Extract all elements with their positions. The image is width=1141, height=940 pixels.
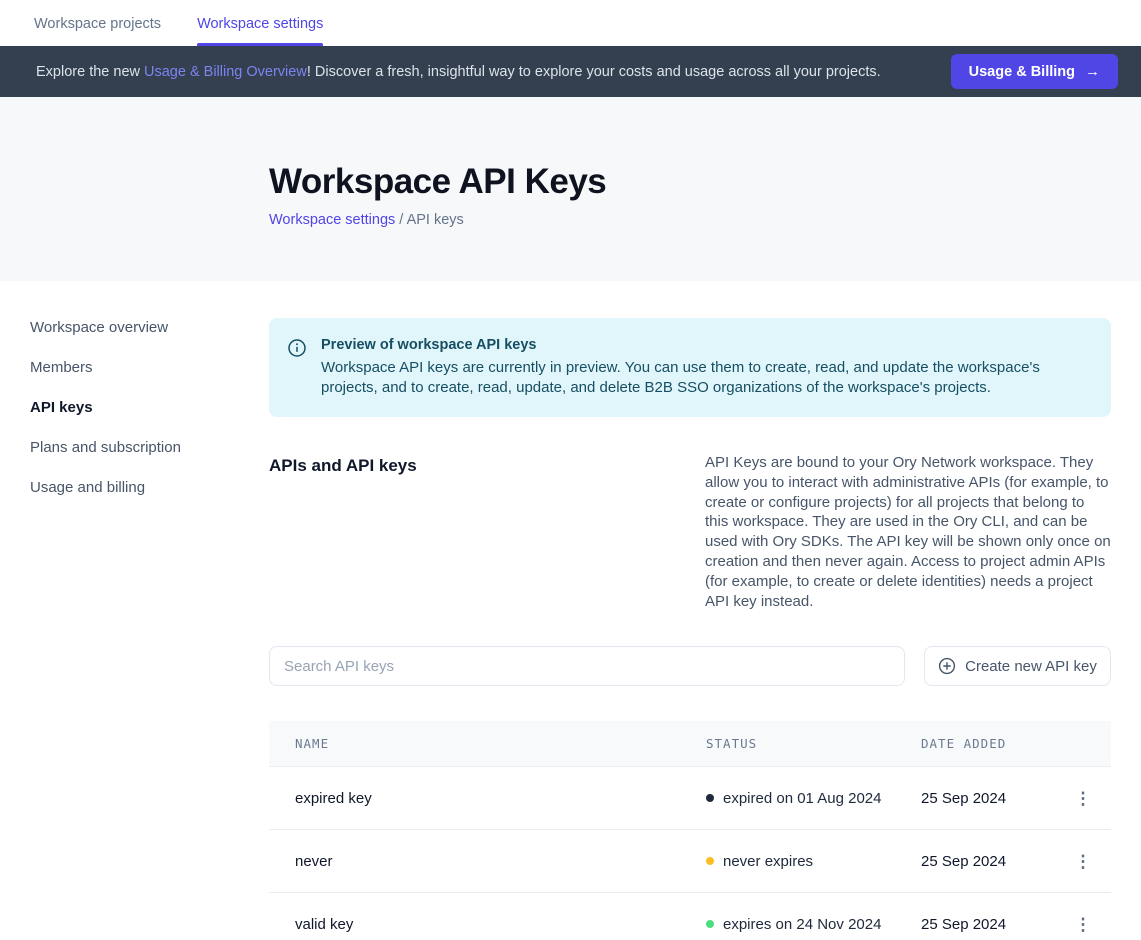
banner-text-after: ! Discover a fresh, insightful way to ex…: [307, 64, 881, 80]
api-key-status: expired on 01 Aug 2024: [706, 790, 921, 807]
table-row: valid key expires on 24 Nov 2024 25 Sep …: [269, 893, 1111, 940]
row-actions-button[interactable]: ⋮: [1067, 784, 1100, 813]
sidebar-item-plans-and-subscription[interactable]: Plans and subscription: [30, 438, 269, 457]
info-box-body: Workspace API keys are currently in prev…: [321, 358, 1087, 398]
row-actions-button[interactable]: ⋮: [1067, 847, 1100, 876]
sidebar-item-api-keys[interactable]: API keys: [30, 398, 269, 417]
column-header-date-added: DATE ADDED: [921, 736, 1055, 751]
kebab-menu-icon: ⋮: [1075, 915, 1092, 934]
column-header-status: STATUS: [706, 736, 921, 751]
main-panel: Preview of workspace API keys Workspace …: [269, 281, 1111, 940]
breadcrumb-workspace-settings-link[interactable]: Workspace settings: [269, 212, 395, 228]
breadcrumb: Workspace settings / API keys: [269, 212, 1111, 228]
create-api-key-button[interactable]: Create new API key: [924, 646, 1111, 686]
announcement-banner: Explore the new Usage & Billing Overview…: [0, 46, 1141, 97]
table-body: expired key expired on 01 Aug 2024 25 Se…: [269, 767, 1111, 940]
usage-billing-button[interactable]: Usage & Billing →: [951, 54, 1118, 89]
section-heading: APIs and API keys: [269, 453, 417, 611]
api-key-status: expires on 24 Nov 2024: [706, 916, 921, 933]
info-icon: [288, 337, 306, 398]
section-description: API Keys are bound to your Ory Network w…: [705, 453, 1111, 611]
usage-billing-button-label: Usage & Billing: [969, 64, 1075, 80]
api-key-status: never expires: [706, 853, 921, 870]
page-title: Workspace API Keys: [269, 162, 1111, 202]
settings-sidebar: Workspace overview Members API keys Plans a…: [0, 281, 269, 940]
api-keys-table: NAME STATUS DATE ADDED expired key expir…: [269, 721, 1111, 940]
top-nav-tabs: Workspace projects Workspace settings: [0, 0, 1141, 46]
api-key-name: valid key: [269, 916, 706, 933]
breadcrumb-current: API keys: [407, 212, 464, 228]
create-api-key-button-label: Create new API key: [965, 658, 1097, 675]
status-dot-icon: [706, 857, 714, 865]
info-box-title: Preview of workspace API keys: [321, 337, 1087, 353]
api-key-date-added: 25 Sep 2024: [921, 853, 1055, 870]
kebab-menu-icon: ⋮: [1075, 852, 1092, 871]
sidebar-item-workspace-overview[interactable]: Workspace overview: [30, 318, 269, 337]
tab-workspace-projects[interactable]: Workspace projects: [34, 0, 161, 46]
tab-workspace-settings[interactable]: Workspace settings: [197, 0, 323, 46]
table-row: expired key expired on 01 Aug 2024 25 Se…: [269, 767, 1111, 830]
plus-circle-icon: [938, 657, 956, 675]
column-header-name: NAME: [269, 736, 706, 751]
table-row: never never expires 25 Sep 2024 ⋮: [269, 830, 1111, 893]
page-header: Workspace API Keys Workspace settings / …: [0, 97, 1141, 281]
api-key-date-added: 25 Sep 2024: [921, 790, 1055, 807]
api-key-name: never: [269, 853, 706, 870]
table-controls: Create new API key: [269, 646, 1111, 686]
banner-usage-billing-link[interactable]: Usage & Billing Overview: [144, 64, 307, 80]
status-dot-icon: [706, 794, 714, 802]
search-input[interactable]: [269, 646, 905, 686]
preview-info-box: Preview of workspace API keys Workspace …: [269, 318, 1111, 417]
row-actions-button[interactable]: ⋮: [1067, 910, 1100, 939]
banner-text-before: Explore the new: [36, 64, 144, 80]
api-key-name: expired key: [269, 790, 706, 807]
kebab-menu-icon: ⋮: [1075, 789, 1092, 808]
api-key-date-added: 25 Sep 2024: [921, 916, 1055, 933]
breadcrumb-separator: /: [395, 212, 406, 228]
apis-section: APIs and API keys API Keys are bound to …: [269, 453, 1111, 611]
sidebar-item-usage-and-billing[interactable]: Usage and billing: [30, 478, 269, 497]
sidebar-item-members[interactable]: Members: [30, 358, 269, 377]
arrow-right-icon: →: [1085, 63, 1100, 80]
banner-text: Explore the new Usage & Billing Overview…: [36, 64, 951, 80]
status-dot-icon: [706, 920, 714, 928]
table-header-row: NAME STATUS DATE ADDED: [269, 721, 1111, 767]
